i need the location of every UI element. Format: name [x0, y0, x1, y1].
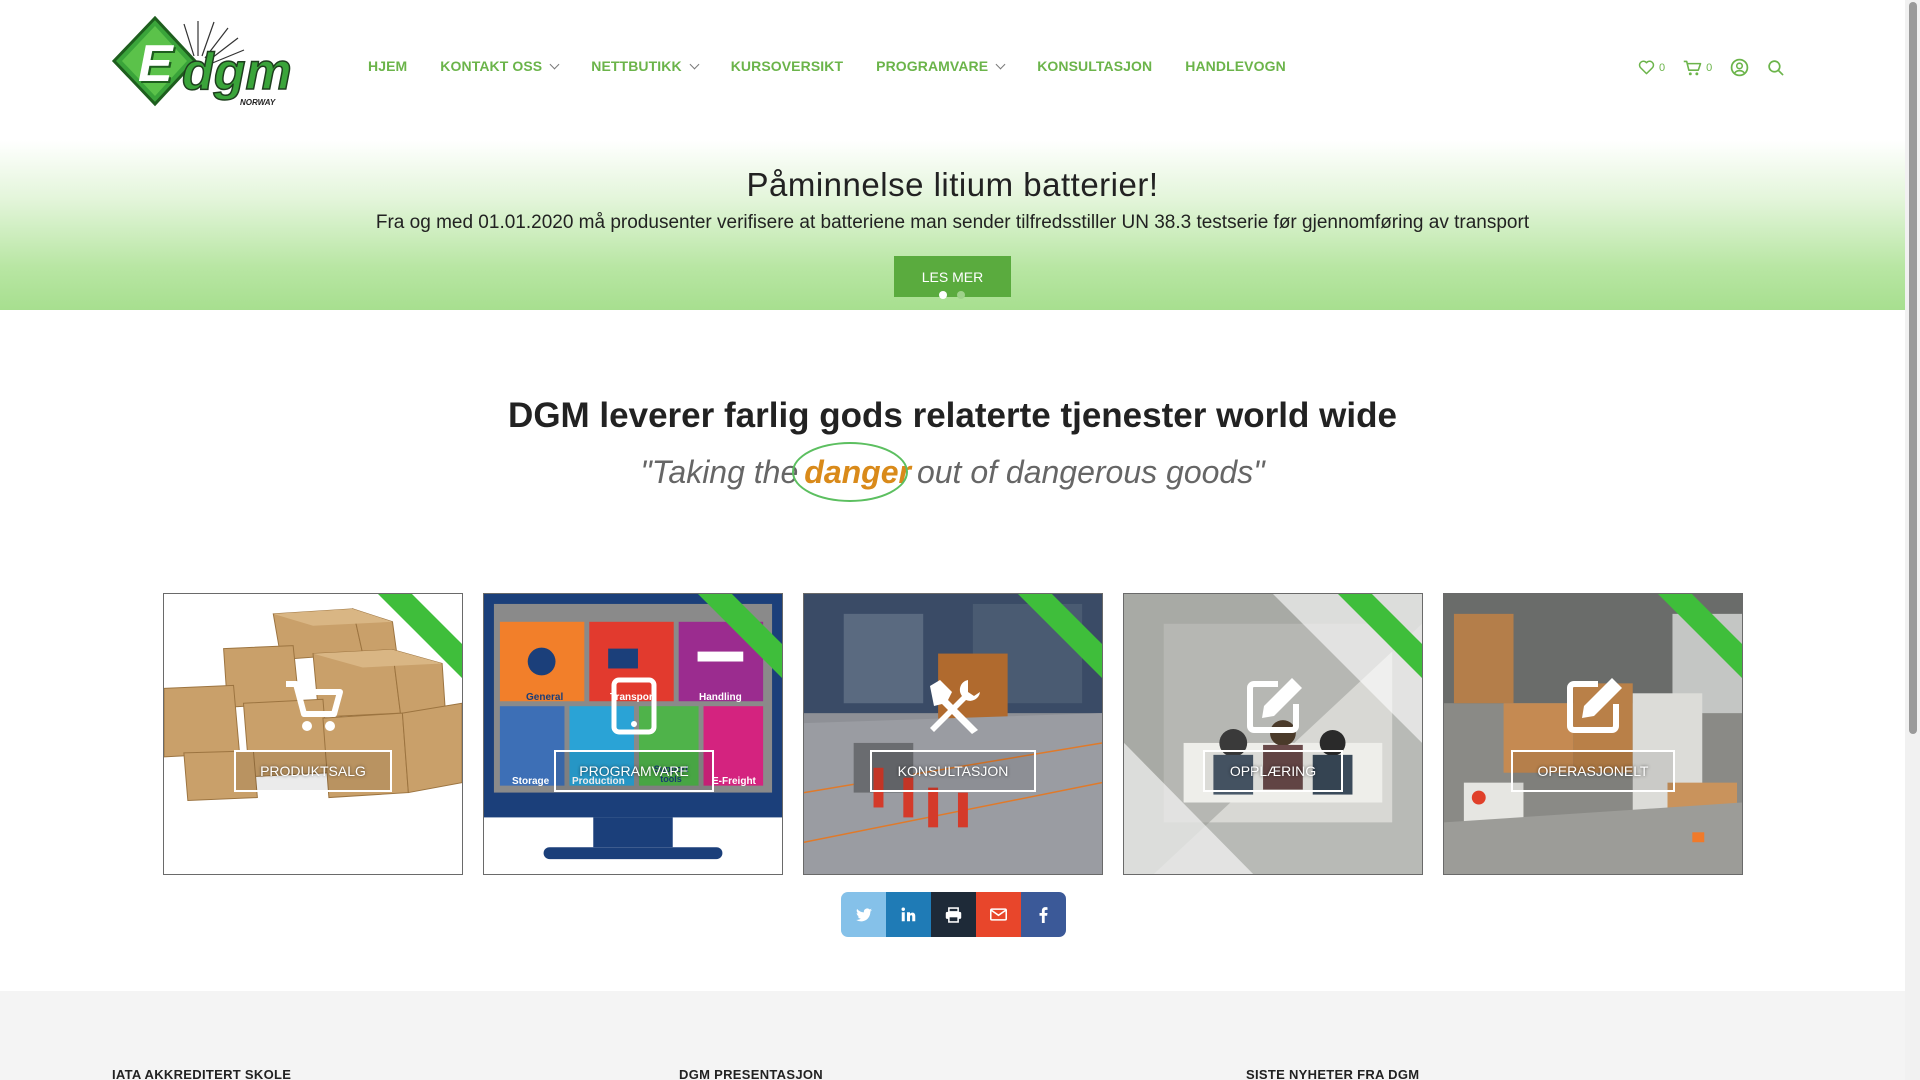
card-button-opplaering[interactable]: OPPLÆRING: [1203, 750, 1343, 792]
nav-item-kontakt-oss[interactable]: KONTAKT OSS: [440, 58, 560, 74]
user-icon: [1730, 58, 1749, 77]
print-icon: [945, 906, 962, 923]
footer-heading-presentation: DGM PRESENTASJON: [679, 1067, 823, 1080]
section-title: DGM leverer farlig gods relaterte tjenes…: [508, 396, 1397, 435]
footer-heading-news: SISTE NYHETER FRA DGM: [1246, 1067, 1420, 1080]
tile-label-general: General: [526, 692, 564, 703]
edit-icon: [1567, 678, 1622, 733]
card-konsultasjon[interactable]: KONSULTASJON: [803, 593, 1103, 875]
tile-label-efreight: E-Freight: [712, 776, 756, 787]
chevron-down-icon: [689, 59, 700, 69]
card-button-operasjonelt[interactable]: OPERASJONELT: [1511, 750, 1675, 792]
slider-dot-1[interactable]: [939, 291, 947, 299]
share-print-button[interactable]: [931, 892, 976, 937]
nav-item-programvare[interactable]: PROGRAMVARE: [876, 58, 1006, 74]
wishlist-button[interactable]: 0: [1638, 60, 1665, 75]
logo-word: dgm: [181, 43, 292, 101]
tile-label-handling: Handling: [699, 692, 742, 703]
search-button[interactable]: [1767, 59, 1784, 76]
hero-slider: Påminnelse litium batterier! Fra og med …: [0, 140, 1905, 310]
wishlist-count: 0: [1659, 61, 1666, 74]
tagline: "Taking the danger out of dangerous goods": [0, 442, 1905, 502]
nav-item-kursoversikt[interactable]: KURSOVERSIKT: [731, 58, 843, 74]
slider-dots: [939, 291, 975, 299]
nav-item-nettbutikk[interactable]: NETTBUTIKK: [591, 58, 700, 74]
share-email-button[interactable]: [976, 892, 1021, 937]
chevron-down-icon: [995, 59, 1006, 69]
cart-icon: [1683, 60, 1702, 75]
linkedin-icon: [901, 907, 916, 922]
highlight-ring: [792, 442, 909, 502]
heart-icon: [1638, 60, 1655, 75]
card-button-produktsalg[interactable]: PRODUKTSALG: [234, 750, 392, 792]
slider-dot-2[interactable]: [957, 291, 965, 299]
tools-icon: [930, 680, 980, 734]
tagline-end: out of dangerous goods": [916, 454, 1265, 490]
logo-subtitle: NORWAY: [240, 98, 276, 107]
nav-label: KONTAKT OSS: [440, 58, 543, 74]
email-icon: [990, 908, 1007, 921]
nav-label: PROGRAMVARE: [876, 58, 989, 74]
nav-item-handlevogn[interactable]: HANDLEVOGN: [1185, 58, 1286, 74]
search-icon: [1768, 60, 1784, 76]
share-buttons: [841, 892, 1066, 937]
nav-label: HANDLEVOGN: [1185, 58, 1286, 74]
site-header: E dgm NORWAY HJEM KONTAKT OSS NETTBUTIKK…: [0, 0, 1905, 140]
tile-label-storage: Storage: [512, 776, 550, 787]
card-operasjonelt[interactable]: OPERASJONELT: [1443, 593, 1743, 875]
nav-label: NETTBUTIKK: [591, 58, 682, 74]
nav-label: HJEM: [368, 58, 408, 74]
tagline-start: "Taking the: [640, 454, 799, 490]
logo-letter: E: [138, 35, 173, 93]
hero-text: Fra og med 01.01.2020 må produsenter ver…: [375, 212, 1530, 233]
nav-label: KONSULTASJON: [1037, 58, 1153, 74]
hero-title: Påminnelse litium batterier!: [746, 166, 1159, 203]
dgm-logo[interactable]: E dgm NORWAY: [110, 15, 295, 111]
chevron-down-icon: [549, 59, 560, 69]
edit-icon: [1247, 678, 1302, 733]
nav-label: KURSOVERSIKT: [730, 58, 844, 74]
cart-count: 0: [1706, 61, 1713, 74]
page-scrollbar[interactable]: [1905, 0, 1920, 1080]
cart-icon: [286, 681, 343, 731]
header-actions: 0 0: [1638, 58, 1802, 77]
card-produktsalg[interactable]: PRODUKTSALG: [163, 593, 463, 875]
facebook-icon: [1039, 906, 1048, 923]
card-opplaering[interactable]: OPPLÆRING: [1123, 593, 1423, 875]
share-facebook-button[interactable]: [1021, 892, 1066, 937]
tagline-highlight: danger: [792, 442, 917, 502]
site-footer: IATA AKKREDITERT SKOLE DGM PRESENTASJON …: [0, 991, 1905, 1080]
footer-heading-iata: IATA AKKREDITERT SKOLE: [112, 1067, 292, 1080]
twitter-icon: [855, 907, 872, 921]
share-linkedin-button[interactable]: [886, 892, 931, 937]
card-programvare[interactable]: General Transport Handling Storage Produ…: [483, 593, 783, 875]
nav-item-konsultasjon[interactable]: KONSULTASJON: [1037, 58, 1152, 74]
card-button-konsultasjon[interactable]: KONSULTASJON: [870, 750, 1036, 792]
scrollbar-thumb[interactable]: [1909, 2, 1917, 734]
card-button-programvare[interactable]: PROGRAMVARE: [554, 750, 714, 792]
nav-item-hjem[interactable]: HJEM: [368, 58, 407, 74]
tablet-icon: [611, 677, 657, 735]
share-twitter-button[interactable]: [841, 892, 886, 937]
account-button[interactable]: [1730, 58, 1749, 77]
service-cards: PRODUKTSALG General Transport Handling S…: [163, 593, 1743, 875]
cart-button[interactable]: 0: [1683, 60, 1712, 76]
main-nav: HJEM KONTAKT OSS NETTBUTIKK KURSOVERSIKT…: [368, 58, 1319, 74]
